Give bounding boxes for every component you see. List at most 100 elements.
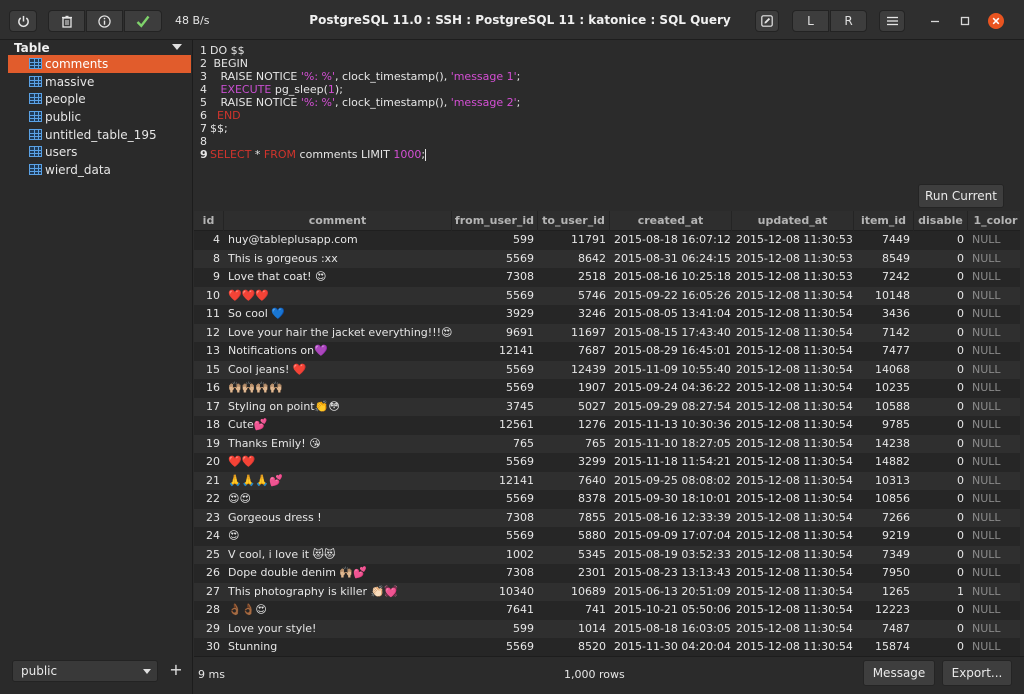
cell-1-color[interactable]: NULL bbox=[972, 638, 1020, 656]
table-row[interactable]: 4 huy@tableplusapp.com 599 11791 2015-08-18 … bbox=[194, 231, 1020, 250]
cell-updated-at[interactable]: 2015-12-08 11:30:53 bbox=[736, 250, 854, 269]
cell-from-user-id[interactable]: 7641 bbox=[452, 601, 534, 620]
toggle-left-panel-button[interactable]: L bbox=[792, 10, 829, 32]
cell-1-color[interactable]: NULL bbox=[972, 509, 1020, 528]
cell-from-user-id[interactable]: 7308 bbox=[452, 268, 534, 287]
delete-button[interactable] bbox=[48, 10, 85, 32]
cell-1-color[interactable]: NULL bbox=[972, 527, 1020, 546]
cell-comment[interactable]: This is gorgeous :xx bbox=[228, 250, 452, 269]
cell-comment[interactable]: 👌🏾👌🏾😍 bbox=[228, 601, 452, 620]
cell-1-color[interactable]: NULL bbox=[972, 305, 1020, 324]
cell-disable[interactable]: 0 bbox=[914, 509, 964, 528]
table-row[interactable]: 27 This photography is killer 👏🏻💓 10340 106… bbox=[194, 582, 1020, 602]
cell-created-at[interactable]: 2015-08-18 16:07:12 bbox=[614, 231, 732, 250]
cell-1-color[interactable]: NULL bbox=[972, 268, 1020, 287]
table-row[interactable]: 18 Cute💕 12561 1276 2015-11-13 10:30:36 2015-… bbox=[194, 416, 1020, 435]
sidebar-item-people[interactable]: people bbox=[8, 90, 191, 108]
cell-from-user-id[interactable]: 5569 bbox=[452, 361, 534, 380]
cell-disable[interactable]: 0 bbox=[914, 250, 964, 269]
cell-disable[interactable]: 0 bbox=[914, 490, 964, 509]
cell-id[interactable]: 20 bbox=[194, 453, 220, 472]
cell-to-user-id[interactable]: 10689 bbox=[538, 583, 606, 602]
cell-item-id[interactable]: 3436 bbox=[854, 305, 910, 324]
cell-to-user-id[interactable]: 1907 bbox=[538, 379, 606, 398]
cell-id[interactable]: 9 bbox=[194, 268, 220, 287]
cell-from-user-id[interactable]: 5569 bbox=[452, 453, 534, 472]
cell-updated-at[interactable]: 2015-12-08 11:30:54 bbox=[736, 398, 854, 417]
cell-id[interactable]: 13 bbox=[194, 342, 220, 361]
cell-1-color[interactable]: NULL bbox=[972, 287, 1020, 306]
cell-created-at[interactable]: 2015-08-29 16:45:01 bbox=[614, 342, 732, 361]
table-row[interactable]: 29 Love your style! 599 1014 2015-08-18 16:0… bbox=[194, 619, 1020, 639]
cell-disable[interactable]: 0 bbox=[914, 287, 964, 306]
cell-to-user-id[interactable]: 765 bbox=[538, 435, 606, 454]
cell-updated-at[interactable]: 2015-12-08 11:30:54 bbox=[736, 509, 854, 528]
cell-created-at[interactable]: 2015-06-13 20:51:09 bbox=[614, 583, 732, 602]
cell-id[interactable]: 19 bbox=[194, 435, 220, 454]
cell-item-id[interactable]: 7349 bbox=[854, 546, 910, 565]
cell-id[interactable]: 21 bbox=[194, 472, 220, 491]
cell-comment[interactable]: Cool jeans! ❤️ bbox=[228, 361, 452, 380]
cell-from-user-id[interactable]: 7308 bbox=[452, 509, 534, 528]
cell-comment[interactable]: Cute💕 bbox=[228, 416, 452, 435]
table-row[interactable]: 25 V cool, i love it 😻😻 1002 5345 2015-08-19… bbox=[194, 545, 1020, 565]
cell-1-color[interactable]: NULL bbox=[972, 231, 1020, 250]
sidebar-item-users[interactable]: users bbox=[8, 143, 191, 161]
cell-1-color[interactable]: NULL bbox=[972, 601, 1020, 620]
cell-to-user-id[interactable]: 5345 bbox=[538, 546, 606, 565]
table-row[interactable]: 19 Thanks Emily! 😘 765 765 2015-11-10 18:27:… bbox=[194, 434, 1020, 454]
table-row[interactable]: 20 ❤️❤️ 5569 3299 2015-11-18 11:54:21 2015-12… bbox=[194, 453, 1020, 472]
column-header-id[interactable]: id bbox=[194, 211, 224, 231]
cell-comment[interactable]: Gorgeous dress ! bbox=[228, 509, 452, 528]
cell-disable[interactable]: 0 bbox=[914, 435, 964, 454]
cell-item-id[interactable]: 10148 bbox=[854, 287, 910, 306]
cell-item-id[interactable]: 14068 bbox=[854, 361, 910, 380]
cell-id[interactable]: 22 bbox=[194, 490, 220, 509]
cell-to-user-id[interactable]: 741 bbox=[538, 601, 606, 620]
cell-updated-at[interactable]: 2015-12-08 11:30:54 bbox=[736, 416, 854, 435]
sidebar-header[interactable]: Table bbox=[14, 41, 186, 55]
cell-from-user-id[interactable]: 3745 bbox=[452, 398, 534, 417]
sidebar-item-untitled-table-195[interactable]: untitled_table_195 bbox=[8, 126, 191, 144]
cell-updated-at[interactable]: 2015-12-08 11:30:53 bbox=[736, 231, 854, 250]
cell-id[interactable]: 27 bbox=[194, 583, 220, 602]
maximize-button[interactable] bbox=[956, 12, 974, 30]
table-row[interactable]: 21 🙏🙏🙏💕 12141 7640 2015-09-25 08:08:02 2015-1… bbox=[194, 471, 1020, 491]
commit-button[interactable] bbox=[124, 10, 162, 32]
table-row[interactable]: 16 🙌🏼🙌🏼🙌🏼🙌🏼 5569 1907 2015-09-24 04:36:22 201… bbox=[194, 379, 1020, 398]
cell-disable[interactable]: 0 bbox=[914, 472, 964, 491]
cell-updated-at[interactable]: 2015-12-08 11:30:54 bbox=[736, 305, 854, 324]
cell-1-color[interactable]: NULL bbox=[972, 398, 1020, 417]
cell-created-at[interactable]: 2015-09-25 08:08:02 bbox=[614, 472, 732, 491]
sidebar-item-wierd-data[interactable]: wierd_data bbox=[8, 161, 191, 179]
cell-comment[interactable]: Styling on point👏😳 bbox=[228, 398, 452, 417]
cell-from-user-id[interactable]: 5569 bbox=[452, 379, 534, 398]
cell-1-color[interactable]: NULL bbox=[972, 472, 1020, 491]
add-button[interactable]: + bbox=[168, 660, 184, 680]
column-header-from-user-id[interactable]: from_user_id bbox=[452, 211, 538, 231]
cell-created-at[interactable]: 2015-11-30 04:20:04 bbox=[614, 638, 732, 656]
cell-comment[interactable]: 😍 bbox=[228, 527, 452, 546]
table-row[interactable]: 11 So cool 💙 3929 3246 2015-08-05 13:41:04 20… bbox=[194, 305, 1020, 324]
cell-id[interactable]: 25 bbox=[194, 546, 220, 565]
cell-disable[interactable]: 0 bbox=[914, 398, 964, 417]
cell-updated-at[interactable]: 2015-12-08 11:30:54 bbox=[736, 472, 854, 491]
table-row[interactable]: 23 Gorgeous dress ! 7308 7855 2015-08-16 12:… bbox=[194, 508, 1020, 528]
cell-comment[interactable]: Thanks Emily! 😘 bbox=[228, 435, 452, 454]
cell-id[interactable]: 24 bbox=[194, 527, 220, 546]
cell-item-id[interactable]: 8549 bbox=[854, 250, 910, 269]
cell-id[interactable]: 29 bbox=[194, 620, 220, 639]
cell-item-id[interactable]: 7477 bbox=[854, 342, 910, 361]
cell-item-id[interactable]: 9219 bbox=[854, 527, 910, 546]
cell-to-user-id[interactable]: 5027 bbox=[538, 398, 606, 417]
cell-created-at[interactable]: 2015-08-16 12:33:39 bbox=[614, 509, 732, 528]
cell-item-id[interactable]: 9785 bbox=[854, 416, 910, 435]
column-header-updated-at[interactable]: updated_at bbox=[732, 211, 854, 231]
cell-created-at[interactable]: 2015-08-05 13:41:04 bbox=[614, 305, 732, 324]
sidebar-item-public[interactable]: public bbox=[8, 108, 191, 126]
menu-button[interactable] bbox=[879, 10, 905, 32]
cell-to-user-id[interactable]: 8520 bbox=[538, 638, 606, 656]
cell-1-color[interactable]: NULL bbox=[972, 250, 1020, 269]
cell-comment[interactable]: Love your style! bbox=[228, 620, 452, 639]
cell-comment[interactable]: huy@tableplusapp.com bbox=[228, 231, 452, 250]
